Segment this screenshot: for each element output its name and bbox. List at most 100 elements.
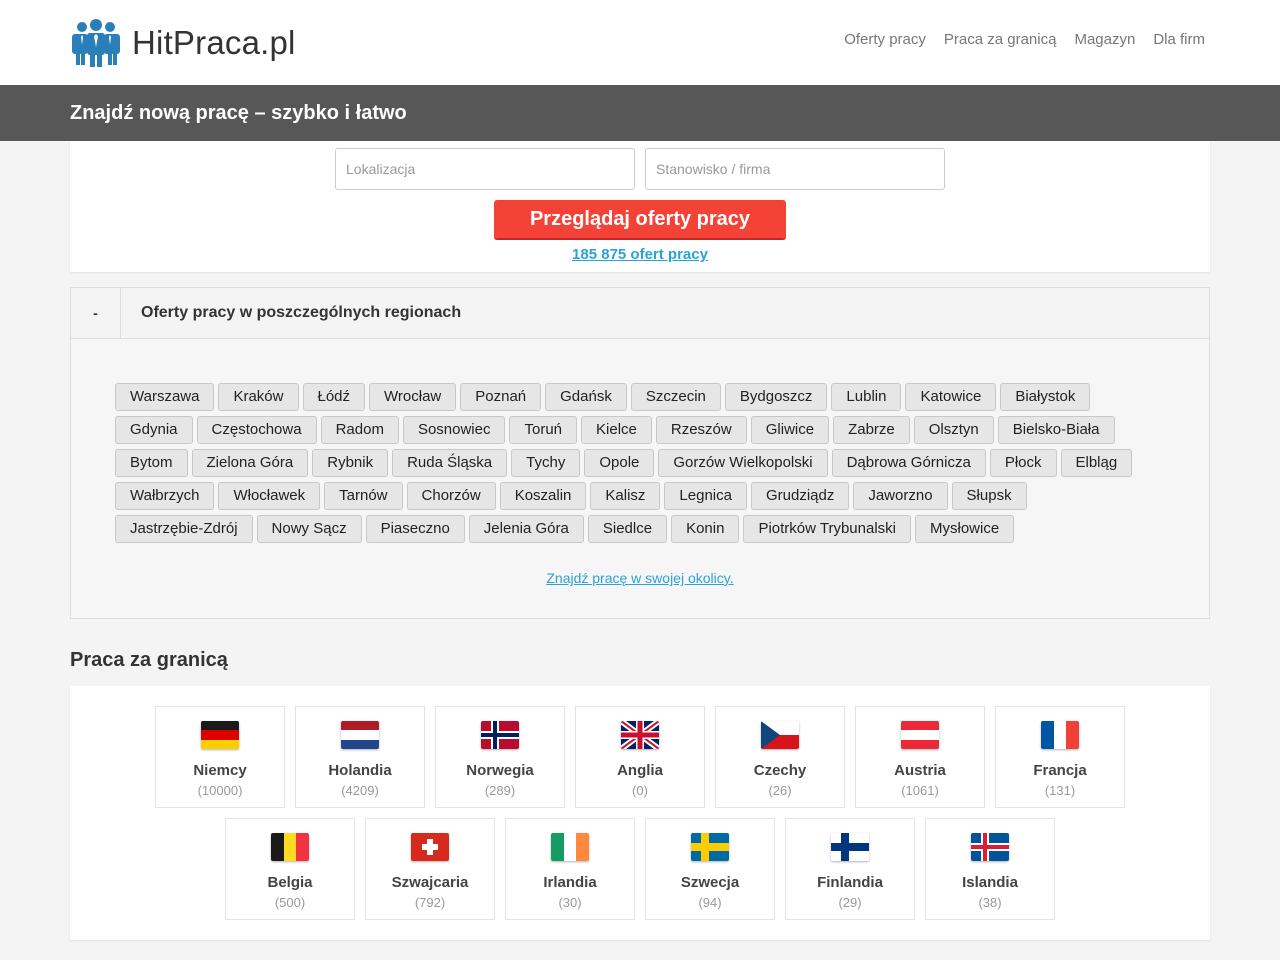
city-button[interactable]: Kalisz — [590, 482, 661, 510]
city-button[interactable]: Tarnów — [324, 482, 403, 510]
city-button[interactable]: Gdańsk — [545, 383, 627, 411]
collapse-toggle[interactable]: - — [71, 288, 121, 338]
flag-ie-icon — [551, 833, 589, 861]
country-offer-count: (1061) — [901, 783, 939, 798]
city-button[interactable]: Bydgoszcz — [724, 383, 828, 411]
flag-gb-icon — [621, 721, 659, 749]
site-header: HitPraca.pl Oferty pracy Praca za granic… — [0, 0, 1280, 85]
city-button[interactable]: Bytom — [115, 449, 188, 477]
city-button[interactable]: Piaseczno — [365, 515, 465, 543]
city-button[interactable]: Rzeszów — [655, 416, 747, 444]
nav-dla-firm[interactable]: Dla firm — [1153, 31, 1205, 48]
city-button[interactable]: Kraków — [218, 383, 299, 411]
city-button[interactable]: Wałbrzych — [115, 482, 215, 510]
country-card-no[interactable]: Norwegia (289) — [435, 706, 565, 808]
city-button[interactable]: Bielsko-Biała — [997, 416, 1115, 444]
location-input[interactable] — [335, 148, 635, 190]
city-button[interactable]: Kielce — [581, 416, 652, 444]
country-name: Norwegia — [466, 762, 534, 779]
city-button[interactable]: Jaworzno — [853, 482, 948, 510]
city-button[interactable]: Łódź — [302, 383, 366, 411]
flag-se-icon — [691, 833, 729, 861]
country-offer-count: (289) — [484, 783, 516, 798]
city-button[interactable]: Tychy — [511, 449, 581, 477]
country-card-cz[interactable]: Czechy (26) — [715, 706, 845, 808]
city-button[interactable]: Wrocław — [369, 383, 457, 411]
city-button[interactable]: Toruń — [509, 416, 578, 444]
country-name: Islandia — [962, 874, 1018, 891]
country-offer-count: (38) — [978, 895, 1002, 910]
nearby-jobs-link[interactable]: Znajdź pracę w swojej okolicy. — [71, 570, 1209, 586]
country-card-ch[interactable]: Szwajcaria (792) — [365, 818, 495, 920]
flag-is-icon — [971, 833, 1009, 861]
city-button[interactable]: Rybnik — [312, 449, 389, 477]
city-button[interactable]: Zabrze — [833, 416, 910, 444]
nav-magazyn[interactable]: Magazyn — [1074, 31, 1135, 48]
country-card-fr[interactable]: Francja (131) — [995, 706, 1125, 808]
country-card-ie[interactable]: Irlandia (30) — [505, 818, 635, 920]
country-offer-count: (10000) — [197, 783, 243, 798]
city-button[interactable]: Jastrzębie-Zdrój — [115, 515, 253, 543]
city-button[interactable]: Dąbrowa Górnicza — [831, 449, 986, 477]
city-button[interactable]: Gliwice — [750, 416, 830, 444]
city-button[interactable]: Siedlce — [587, 515, 668, 543]
city-button[interactable]: Konin — [671, 515, 740, 543]
search-card: Przeglądaj oferty pracy 185 875 ofert pr… — [70, 141, 1210, 272]
city-button[interactable]: Olsztyn — [913, 416, 994, 444]
flag-ch-icon — [411, 833, 449, 861]
browse-offers-button[interactable]: Przeglądaj oferty pracy — [494, 200, 786, 240]
city-button[interactable]: Gdynia — [115, 416, 193, 444]
city-button[interactable]: Poznań — [460, 383, 542, 411]
city-button[interactable]: Warszawa — [115, 383, 215, 411]
country-card-de[interactable]: Niemcy (10000) — [155, 706, 285, 808]
city-button[interactable]: Płock — [989, 449, 1057, 477]
city-button[interactable]: Ruda Śląska — [392, 449, 508, 477]
city-button[interactable]: Gorzów Wielkopolski — [658, 449, 828, 477]
city-button[interactable]: Opole — [584, 449, 655, 477]
city-button[interactable]: Lublin — [831, 383, 902, 411]
country-offer-count: (500) — [274, 895, 306, 910]
offers-count-link[interactable]: 185 875 ofert pracy — [70, 246, 1210, 263]
country-name: Finlandia — [817, 874, 883, 891]
position-input[interactable] — [645, 148, 945, 190]
city-button[interactable]: Chorzów — [406, 482, 496, 510]
regions-title: Oferty pracy w poszczególnych regionach — [141, 304, 462, 321]
city-button[interactable]: Nowy Sącz — [256, 515, 362, 543]
city-button[interactable]: Szczecin — [630, 383, 721, 411]
city-button[interactable]: Słupsk — [951, 482, 1027, 510]
country-card-gb[interactable]: Anglia (0) — [575, 706, 705, 808]
city-button[interactable]: Katowice — [905, 383, 997, 411]
regions-panel: - Oferty pracy w poszczególnych regionac… — [70, 287, 1210, 619]
city-button[interactable]: Białystok — [1000, 383, 1091, 411]
city-button[interactable]: Piotrków Trybunalski — [743, 515, 911, 543]
city-button[interactable]: Elbląg — [1060, 449, 1133, 477]
flag-no-icon — [481, 721, 519, 749]
city-button[interactable]: Włocławek — [218, 482, 321, 510]
country-card-se[interactable]: Szwecja (94) — [645, 818, 775, 920]
country-card-nl[interactable]: Holandia (4209) — [295, 706, 425, 808]
country-offer-count: (792) — [414, 895, 446, 910]
city-button[interactable]: Jelenia Góra — [468, 515, 584, 543]
site-logo[interactable]: HitPraca.pl — [70, 19, 296, 67]
country-offer-count: (30) — [558, 895, 582, 910]
city-button[interactable]: Legnica — [664, 482, 747, 510]
country-name: Niemcy — [193, 762, 247, 779]
country-card-be[interactable]: Belgia (500) — [225, 818, 355, 920]
nav-praca-za-granica[interactable]: Praca za granicą — [944, 31, 1057, 48]
city-button[interactable]: Grudziądz — [750, 482, 850, 510]
hero-banner: Znajdź nową pracę – szybko i łatwo — [0, 85, 1280, 141]
city-button[interactable]: Mysłowice — [915, 515, 1015, 543]
abroad-title: Praca za granicą — [70, 649, 228, 671]
country-name: Francja — [1033, 762, 1087, 779]
city-list: Warszawa Kraków Łódź Wrocław Poznań Gdańsk Szc… — [115, 383, 1165, 543]
city-button[interactable]: Częstochowa — [196, 416, 317, 444]
country-card-fi[interactable]: Finlandia (29) — [785, 818, 915, 920]
city-button[interactable]: Sosnowiec — [402, 416, 506, 444]
city-button[interactable]: Zielona Góra — [191, 449, 309, 477]
country-name: Austria — [894, 762, 946, 779]
nav-oferty-pracy[interactable]: Oferty pracy — [844, 31, 926, 48]
country-card-at[interactable]: Austria (1061) — [855, 706, 985, 808]
city-button[interactable]: Radom — [320, 416, 399, 444]
city-button[interactable]: Koszalin — [499, 482, 587, 510]
country-card-is[interactable]: Islandia (38) — [925, 818, 1055, 920]
